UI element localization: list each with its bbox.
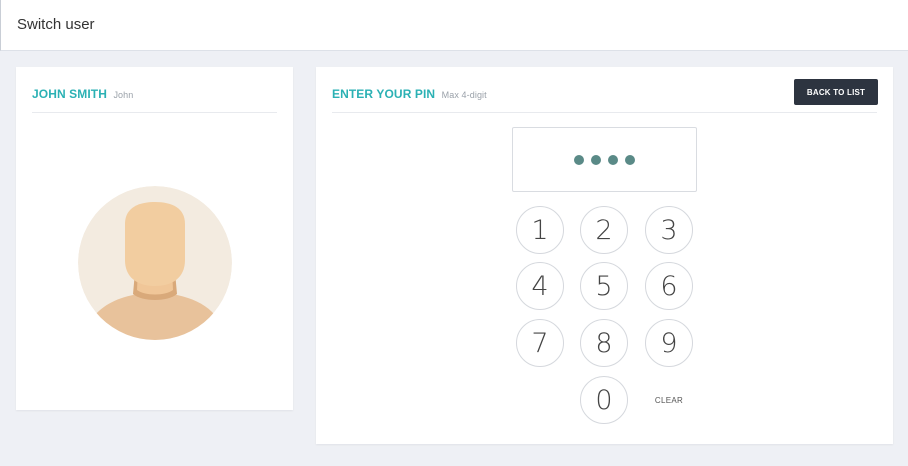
user-avatar-icon bbox=[78, 186, 232, 340]
pin-heading: ENTER YOUR PIN Max 4-digit bbox=[332, 87, 487, 101]
pin-display bbox=[512, 127, 697, 192]
pin-subtitle: Max 4-digit bbox=[441, 90, 487, 100]
keypad-key-7[interactable]: 7 bbox=[516, 319, 564, 367]
page-title: Switch user bbox=[17, 16, 95, 33]
user-name: JOHN SMITH bbox=[32, 87, 108, 101]
pin-dot bbox=[574, 154, 584, 165]
pin-title: ENTER YOUR PIN bbox=[332, 87, 436, 101]
user-name-heading: JOHN SMITH John bbox=[32, 87, 133, 101]
back-to-list-button[interactable]: BACK TO LIST bbox=[794, 79, 878, 105]
clear-button[interactable]: CLEAR bbox=[645, 376, 693, 424]
pin-dot bbox=[608, 154, 618, 165]
pin-dot bbox=[591, 154, 601, 165]
user-card: JOHN SMITH John bbox=[16, 67, 293, 410]
keypad-key-5[interactable]: 5 bbox=[580, 262, 628, 310]
keypad-key-0[interactable]: 0 bbox=[580, 376, 628, 424]
user-card-header: JOHN SMITH John bbox=[32, 67, 277, 113]
keypad-key-2[interactable]: 2 bbox=[580, 206, 628, 254]
keypad-key-8[interactable]: 8 bbox=[580, 319, 628, 367]
keypad-key-3[interactable]: 3 bbox=[645, 206, 693, 254]
keypad-key-1[interactable]: 1 bbox=[516, 206, 564, 254]
user-nickname: John bbox=[113, 90, 134, 100]
keypad-key-6[interactable]: 6 bbox=[645, 262, 693, 310]
pin-card: ENTER YOUR PIN Max 4-digit BACK TO LIST … bbox=[316, 67, 893, 444]
top-bar: Switch user bbox=[0, 0, 908, 51]
pin-dot bbox=[625, 154, 635, 165]
keypad-key-4[interactable]: 4 bbox=[516, 262, 564, 310]
keypad-key-9[interactable]: 9 bbox=[645, 319, 693, 367]
